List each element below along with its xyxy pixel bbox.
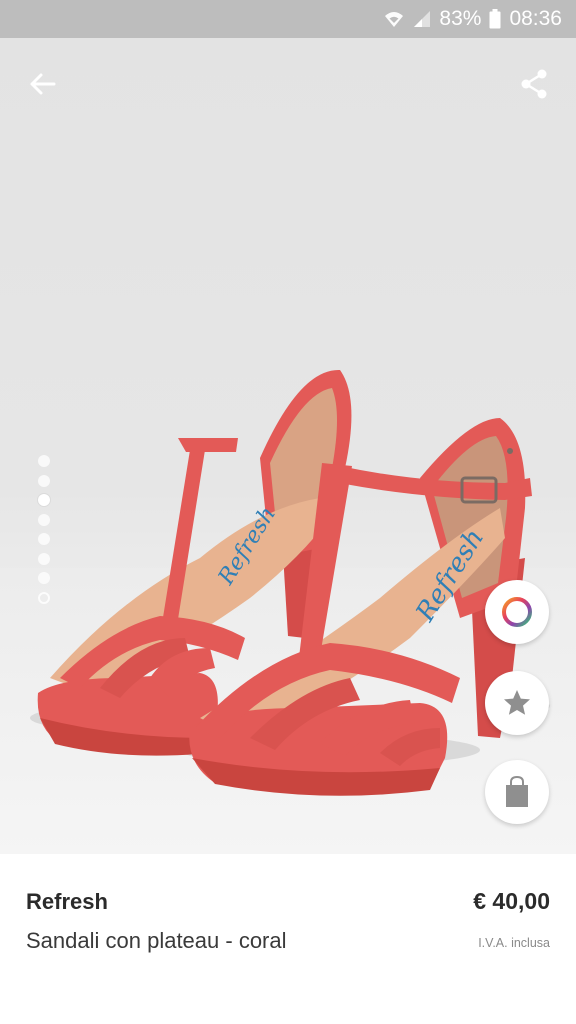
share-icon	[521, 69, 547, 99]
battery-icon	[489, 9, 501, 29]
product-name: Sandali con plateau - coral	[26, 928, 287, 953]
star-icon	[504, 690, 530, 715]
arrow-left-icon	[30, 73, 56, 95]
page-dot[interactable]	[38, 533, 50, 545]
page-dot[interactable]	[38, 474, 50, 487]
status-bar: 83% 08:36	[0, 0, 576, 38]
product-info-panel: Refresh Sandali con plateau - coral € 40…	[0, 854, 576, 1024]
page-dot[interactable]	[38, 552, 50, 565]
color-options-button[interactable]	[485, 580, 549, 644]
wifi-icon	[383, 9, 405, 29]
product-brand[interactable]: Refresh	[26, 889, 108, 915]
favorite-button[interactable]	[485, 671, 549, 735]
color-ring-icon	[502, 597, 532, 627]
share-button[interactable]	[514, 64, 554, 104]
page-dot[interactable]	[38, 455, 50, 467]
page-dot[interactable]	[38, 513, 50, 526]
page-dot[interactable]	[38, 572, 50, 584]
page-dot-video[interactable]	[38, 591, 50, 604]
product-image[interactable]: Refresh Refresh	[0, 38, 576, 854]
page-dot-active[interactable]	[38, 494, 50, 506]
signal-icon	[413, 10, 431, 28]
back-button[interactable]	[22, 64, 62, 104]
vat-note: I.V.A. inclusa	[478, 936, 550, 950]
clock: 08:36	[509, 7, 562, 30]
product-gallery[interactable]: Refresh Refresh	[0, 38, 576, 854]
battery-percent: 83%	[439, 7, 482, 30]
gallery-page-indicator[interactable]	[38, 455, 50, 604]
add-to-bag-button[interactable]	[485, 760, 549, 824]
product-price: € 40,00	[473, 888, 550, 914]
top-toolbar	[0, 38, 576, 130]
shopping-bag-icon	[506, 775, 528, 807]
